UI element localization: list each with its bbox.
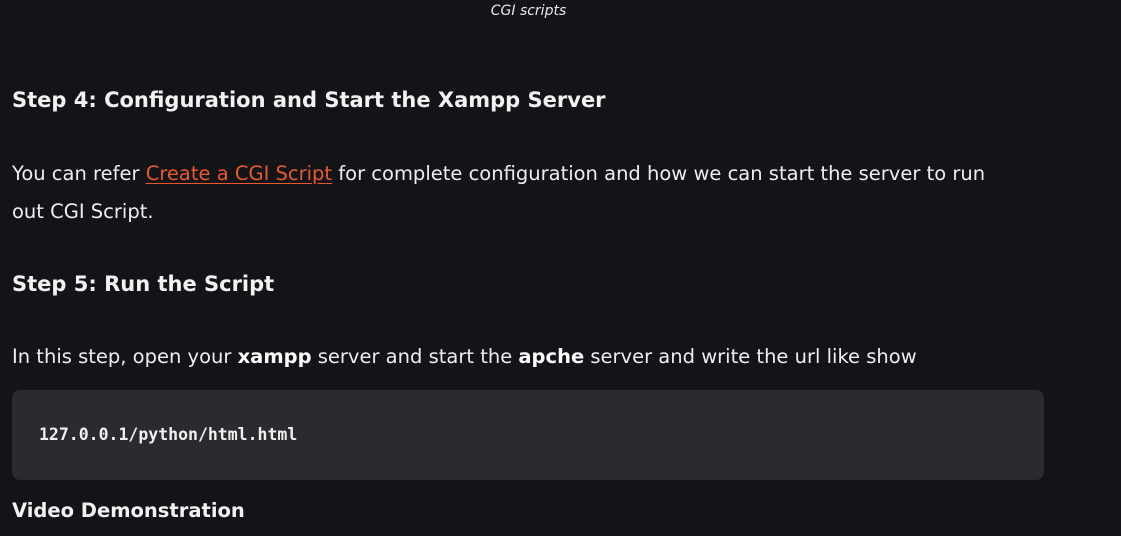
- step5-text-1: In this step, open your: [12, 345, 238, 368]
- step4-text-before-link: You can refer: [12, 162, 146, 185]
- step5-paragraph: In this step, open your xampp server and…: [12, 338, 1022, 376]
- code-block[interactable]: 127.0.0.1/python/html.html: [12, 390, 1044, 480]
- figure-caption: CGI scripts: [490, 3, 567, 19]
- step5-bold-apche: apche: [518, 345, 585, 368]
- step5-heading: Step 5: Run the Script: [12, 272, 275, 296]
- create-cgi-script-link[interactable]: Create a CGI Script: [146, 162, 332, 185]
- step5-text-2: server and start the: [311, 345, 519, 368]
- step4-heading: Step 4: Configuration and Start the Xamp…: [12, 88, 606, 112]
- step5-text-3: server and write the url like show: [584, 345, 917, 368]
- step4-paragraph: You can refer Create a CGI Script for co…: [12, 155, 1022, 231]
- code-url-text[interactable]: 127.0.0.1/python/html.html: [39, 425, 297, 444]
- step5-bold-xampp: xampp: [237, 345, 312, 368]
- video-demonstration-heading: Video Demonstration: [12, 499, 245, 522]
